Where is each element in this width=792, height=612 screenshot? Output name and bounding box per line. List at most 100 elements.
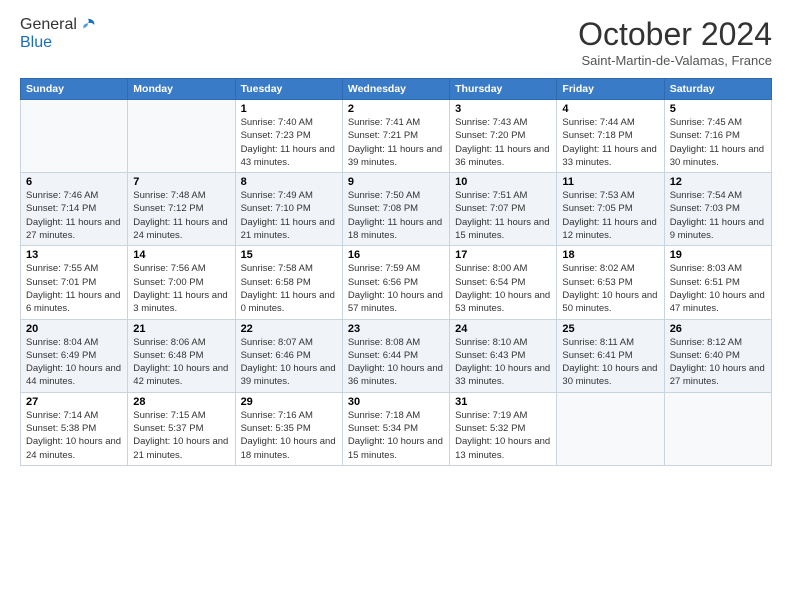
- sunrise-text: Sunrise: 7:59 AM: [348, 262, 444, 275]
- cell-w5-d0: 27 Sunrise: 7:14 AM Sunset: 5:38 PM Dayl…: [21, 392, 128, 465]
- sunset-text: Sunset: 7:18 PM: [562, 129, 658, 142]
- sunrise-text: Sunrise: 7:48 AM: [133, 189, 229, 202]
- sunset-text: Sunset: 7:23 PM: [241, 129, 337, 142]
- cell-w5-d1: 28 Sunrise: 7:15 AM Sunset: 5:37 PM Dayl…: [128, 392, 235, 465]
- sunset-text: Sunset: 7:14 PM: [26, 202, 122, 215]
- col-monday: Monday: [128, 79, 235, 100]
- day-number: 8: [241, 176, 337, 188]
- sunrise-text: Sunrise: 7:46 AM: [26, 189, 122, 202]
- sunrise-text: Sunrise: 7:43 AM: [455, 116, 551, 129]
- day-number: 9: [348, 176, 444, 188]
- cell-w1-d1: [128, 100, 235, 173]
- sunrise-text: Sunrise: 7:41 AM: [348, 116, 444, 129]
- sunset-text: Sunset: 6:56 PM: [348, 276, 444, 289]
- day-number: 13: [26, 249, 122, 261]
- daylight-text: Daylight: 11 hours and 27 minutes.: [26, 216, 122, 243]
- col-thursday: Thursday: [450, 79, 557, 100]
- day-info: Sunrise: 7:55 AM Sunset: 7:01 PM Dayligh…: [26, 262, 122, 315]
- day-number: 22: [241, 323, 337, 335]
- calendar-table: Sunday Monday Tuesday Wednesday Thursday…: [20, 78, 772, 466]
- daylight-text: Daylight: 10 hours and 57 minutes.: [348, 289, 444, 316]
- cell-w4-d0: 20 Sunrise: 8:04 AM Sunset: 6:49 PM Dayl…: [21, 319, 128, 392]
- sunset-text: Sunset: 5:38 PM: [26, 422, 122, 435]
- daylight-text: Daylight: 11 hours and 12 minutes.: [562, 216, 658, 243]
- daylight-text: Daylight: 10 hours and 27 minutes.: [670, 362, 766, 389]
- day-number: 1: [241, 103, 337, 115]
- day-info: Sunrise: 8:02 AM Sunset: 6:53 PM Dayligh…: [562, 262, 658, 315]
- logo-bird-icon: [79, 16, 97, 34]
- sunset-text: Sunset: 7:10 PM: [241, 202, 337, 215]
- daylight-text: Daylight: 11 hours and 9 minutes.: [670, 216, 766, 243]
- daylight-text: Daylight: 11 hours and 21 minutes.: [241, 216, 337, 243]
- col-wednesday: Wednesday: [342, 79, 449, 100]
- cell-w4-d3: 23 Sunrise: 8:08 AM Sunset: 6:44 PM Dayl…: [342, 319, 449, 392]
- daylight-text: Daylight: 10 hours and 18 minutes.: [241, 435, 337, 462]
- sunrise-text: Sunrise: 7:45 AM: [670, 116, 766, 129]
- day-info: Sunrise: 7:16 AM Sunset: 5:35 PM Dayligh…: [241, 409, 337, 462]
- week-row-4: 20 Sunrise: 8:04 AM Sunset: 6:49 PM Dayl…: [21, 319, 772, 392]
- day-number: 28: [133, 396, 229, 408]
- sunrise-text: Sunrise: 7:51 AM: [455, 189, 551, 202]
- day-number: 26: [670, 323, 766, 335]
- cell-w2-d1: 7 Sunrise: 7:48 AM Sunset: 7:12 PM Dayli…: [128, 173, 235, 246]
- cell-w2-d3: 9 Sunrise: 7:50 AM Sunset: 7:08 PM Dayli…: [342, 173, 449, 246]
- sunrise-text: Sunrise: 8:10 AM: [455, 336, 551, 349]
- sunset-text: Sunset: 6:54 PM: [455, 276, 551, 289]
- sunset-text: Sunset: 6:41 PM: [562, 349, 658, 362]
- sunset-text: Sunset: 7:03 PM: [670, 202, 766, 215]
- sunset-text: Sunset: 7:12 PM: [133, 202, 229, 215]
- day-number: 30: [348, 396, 444, 408]
- day-info: Sunrise: 8:03 AM Sunset: 6:51 PM Dayligh…: [670, 262, 766, 315]
- day-number: 17: [455, 249, 551, 261]
- sunset-text: Sunset: 6:44 PM: [348, 349, 444, 362]
- sunset-text: Sunset: 6:51 PM: [670, 276, 766, 289]
- day-info: Sunrise: 7:59 AM Sunset: 6:56 PM Dayligh…: [348, 262, 444, 315]
- cell-w3-d1: 14 Sunrise: 7:56 AM Sunset: 7:00 PM Dayl…: [128, 246, 235, 319]
- sunset-text: Sunset: 6:40 PM: [670, 349, 766, 362]
- day-number: 10: [455, 176, 551, 188]
- day-number: 15: [241, 249, 337, 261]
- day-info: Sunrise: 7:54 AM Sunset: 7:03 PM Dayligh…: [670, 189, 766, 242]
- sunset-text: Sunset: 6:53 PM: [562, 276, 658, 289]
- header: General Blue October 2024 Saint-Martin-d…: [20, 16, 772, 68]
- sunrise-text: Sunrise: 7:53 AM: [562, 189, 658, 202]
- cell-w3-d0: 13 Sunrise: 7:55 AM Sunset: 7:01 PM Dayl…: [21, 246, 128, 319]
- day-number: 2: [348, 103, 444, 115]
- cell-w3-d4: 17 Sunrise: 8:00 AM Sunset: 6:54 PM Dayl…: [450, 246, 557, 319]
- day-info: Sunrise: 7:18 AM Sunset: 5:34 PM Dayligh…: [348, 409, 444, 462]
- calendar-page: General Blue October 2024 Saint-Martin-d…: [0, 0, 792, 612]
- cell-w3-d6: 19 Sunrise: 8:03 AM Sunset: 6:51 PM Dayl…: [664, 246, 771, 319]
- sunrise-text: Sunrise: 7:50 AM: [348, 189, 444, 202]
- day-number: 27: [26, 396, 122, 408]
- daylight-text: Daylight: 11 hours and 24 minutes.: [133, 216, 229, 243]
- daylight-text: Daylight: 10 hours and 39 minutes.: [241, 362, 337, 389]
- cell-w3-d2: 15 Sunrise: 7:58 AM Sunset: 6:58 PM Dayl…: [235, 246, 342, 319]
- daylight-text: Daylight: 11 hours and 3 minutes.: [133, 289, 229, 316]
- day-info: Sunrise: 8:00 AM Sunset: 6:54 PM Dayligh…: [455, 262, 551, 315]
- day-number: 6: [26, 176, 122, 188]
- day-number: 4: [562, 103, 658, 115]
- day-number: 20: [26, 323, 122, 335]
- sunrise-text: Sunrise: 8:04 AM: [26, 336, 122, 349]
- daylight-text: Daylight: 11 hours and 15 minutes.: [455, 216, 551, 243]
- cell-w5-d2: 29 Sunrise: 7:16 AM Sunset: 5:35 PM Dayl…: [235, 392, 342, 465]
- sunset-text: Sunset: 7:05 PM: [562, 202, 658, 215]
- sunset-text: Sunset: 7:20 PM: [455, 129, 551, 142]
- daylight-text: Daylight: 10 hours and 33 minutes.: [455, 362, 551, 389]
- daylight-text: Daylight: 11 hours and 30 minutes.: [670, 143, 766, 170]
- daylight-text: Daylight: 10 hours and 36 minutes.: [348, 362, 444, 389]
- sunrise-text: Sunrise: 8:06 AM: [133, 336, 229, 349]
- cell-w5-d3: 30 Sunrise: 7:18 AM Sunset: 5:34 PM Dayl…: [342, 392, 449, 465]
- sunrise-text: Sunrise: 7:44 AM: [562, 116, 658, 129]
- day-info: Sunrise: 8:07 AM Sunset: 6:46 PM Dayligh…: [241, 336, 337, 389]
- logo-general-text: General: [20, 16, 77, 34]
- sunrise-text: Sunrise: 7:56 AM: [133, 262, 229, 275]
- sunrise-text: Sunrise: 7:15 AM: [133, 409, 229, 422]
- daylight-text: Daylight: 10 hours and 42 minutes.: [133, 362, 229, 389]
- day-number: 19: [670, 249, 766, 261]
- sunset-text: Sunset: 7:07 PM: [455, 202, 551, 215]
- day-number: 21: [133, 323, 229, 335]
- day-number: 25: [562, 323, 658, 335]
- sunrise-text: Sunrise: 8:12 AM: [670, 336, 766, 349]
- location-text: Saint-Martin-de-Valamas, France: [578, 53, 772, 68]
